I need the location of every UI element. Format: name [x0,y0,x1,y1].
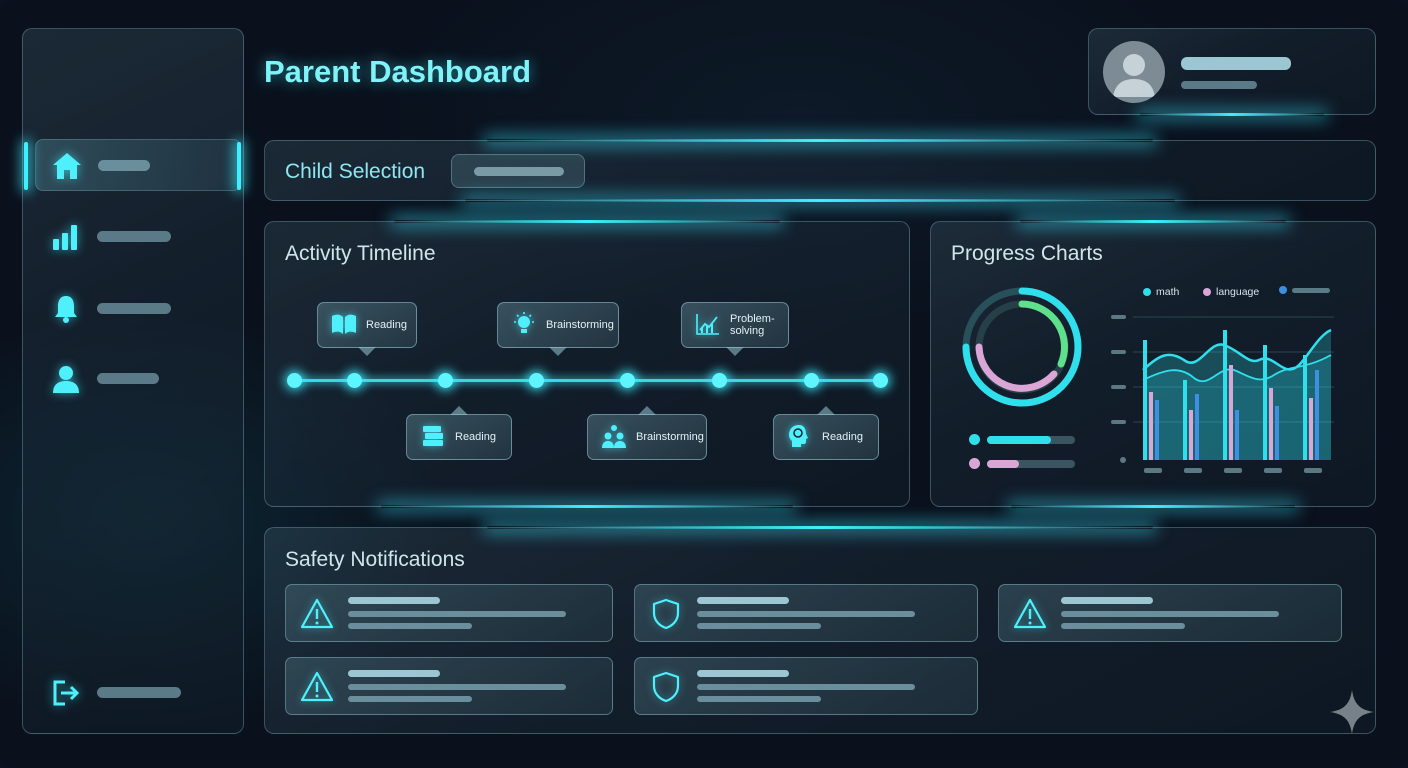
timeline-event-label: Reading [822,431,863,443]
home-icon [50,150,84,182]
sparkle-icon [1330,690,1374,734]
page-title: Parent Dashboard [264,54,532,89]
sidebar-item-stats[interactable] [35,211,241,263]
timeline-event-label: Brainstorming [636,431,704,443]
profile-role-placeholder [1181,81,1257,89]
safety-title: Safety Notifications [285,548,465,571]
timeline-event[interactable]: Brainstorming [497,302,619,356]
child-name-placeholder [474,167,564,176]
notification-text-placeholder [348,684,566,690]
progress-combo-chart [1111,315,1334,473]
legend-dot-math [969,434,980,445]
legend-dot-language [969,458,980,469]
legend-item-third [1279,286,1330,294]
safety-notifications-panel: Safety Notifications [264,526,1376,734]
nav-label-placeholder [97,231,171,242]
timeline-event-label: Brainstorming [546,319,614,331]
notification-text-placeholder [697,684,915,690]
progress-charts-panel: Progress Charts math language [930,220,1376,508]
bell-icon [49,293,83,325]
timeline-event[interactable]: Brainstorming [587,406,707,460]
nav-label-placeholder [97,373,159,384]
group-idea-icon [600,423,628,452]
profile-name-placeholder [1181,57,1291,70]
progress-bar-fill-language [987,460,1019,468]
notification-card[interactable] [634,657,978,715]
timeline-title: Activity Timeline [285,242,436,265]
legend-item-math: math [1143,286,1179,298]
timeline-event[interactable]: Reading [406,406,512,460]
timeline-event[interactable]: Reading [773,406,879,460]
timeline-dot[interactable] [529,373,544,388]
child-select-dropdown[interactable] [451,154,585,188]
notification-card[interactable] [285,584,613,642]
warning-icon [300,597,334,631]
shield-icon [649,670,683,704]
bar-chart-icon [49,221,83,253]
notification-text-placeholder [697,696,821,702]
lightbulb-icon [510,311,538,340]
notification-card[interactable] [998,584,1342,642]
legend-item-language: language [1203,286,1259,298]
user-profile-card[interactable] [1088,28,1376,116]
timeline-event-label: Reading [455,431,496,443]
timeline-dot[interactable] [873,373,888,388]
notification-title-placeholder [348,597,440,604]
book-icon [330,311,358,340]
sidebar-item-logout[interactable] [35,667,241,719]
nav-label-placeholder [98,160,150,171]
timeline-dot[interactable] [287,373,302,388]
timeline-event-label: Reading [366,319,407,331]
sidebar-item-notifications[interactable] [35,283,241,335]
child-selection-label: Child Selection [285,160,426,183]
notification-text-placeholder [348,623,472,629]
notification-card[interactable] [285,657,613,715]
timeline-dot[interactable] [804,373,819,388]
sidebar [22,28,244,734]
sidebar-item-profile[interactable] [35,353,241,405]
notification-text-placeholder [348,611,566,617]
books-stack-icon [419,423,447,452]
progress-bar-fill-math [987,436,1051,444]
timeline-event-label: Problem- solving [730,313,775,337]
sidebar-item-home[interactable] [24,139,241,191]
shield-icon [649,597,683,631]
child-selection-bar: Child Selection [264,139,1376,202]
nav-label-placeholder [97,303,171,314]
brain-head-icon [786,423,814,452]
timeline-axis [295,379,881,382]
logout-icon [49,677,83,709]
notification-text-placeholder [1061,623,1185,629]
notification-text-placeholder [697,611,915,617]
notification-text-placeholder [697,623,821,629]
notification-text-placeholder [348,696,472,702]
notification-text-placeholder [1061,611,1279,617]
notification-title-placeholder [697,670,789,677]
warning-icon [300,670,334,704]
timeline-event[interactable]: Problem- solving [681,302,789,356]
warning-icon [1013,597,1047,631]
user-icon [49,363,83,395]
avatar-icon [1103,41,1165,103]
notification-card[interactable] [634,584,978,642]
timeline-dot[interactable] [620,373,635,388]
progress-title: Progress Charts [951,242,1103,265]
timeline-event[interactable]: Reading [317,302,417,356]
timeline-dot[interactable] [438,373,453,388]
timeline-dot[interactable] [712,373,727,388]
progress-donut-chart [962,287,1082,407]
notification-title-placeholder [348,670,440,677]
nav-label-placeholder [97,687,181,698]
timeline-dot[interactable] [347,373,362,388]
notification-title-placeholder [697,597,789,604]
activity-timeline-panel: Activity Timeline Reading Brainstorming … [264,220,910,508]
notification-title-placeholder [1061,597,1153,604]
chart-icon [694,311,722,340]
